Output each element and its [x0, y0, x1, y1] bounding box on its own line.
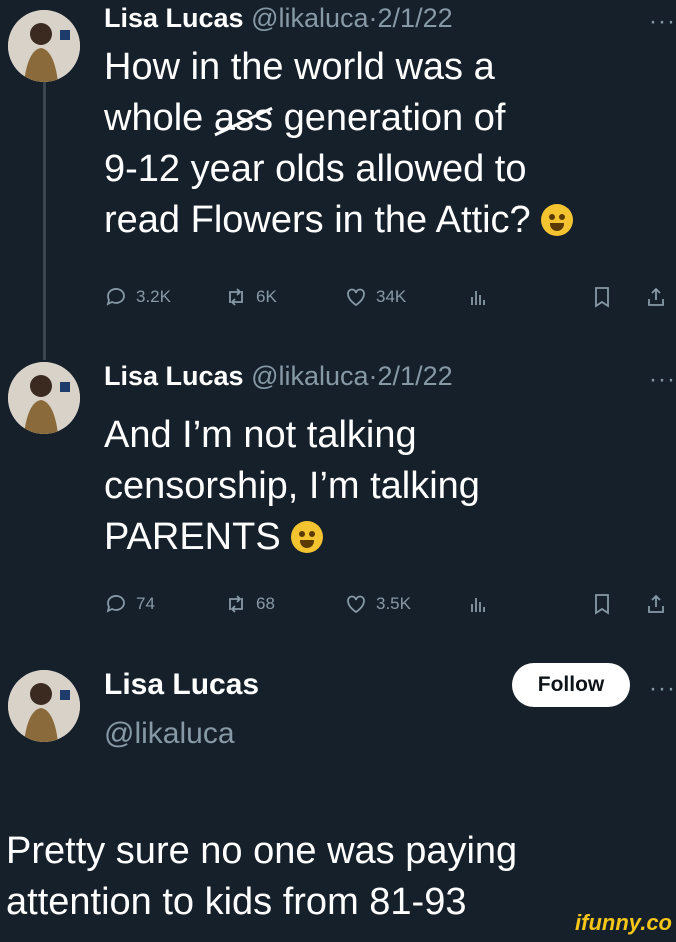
more-options-button[interactable]: ···	[649, 8, 676, 36]
profile-name[interactable]: Lisa Lucas	[104, 668, 259, 702]
tweet-word: generation of	[283, 97, 506, 139]
like-button[interactable]: 34K	[344, 285, 406, 309]
retweet-count: 68	[256, 594, 275, 613]
avatar[interactable]	[8, 670, 80, 742]
views-icon	[471, 598, 485, 612]
views-icon	[471, 291, 485, 305]
tweet-header: Lisa Lucas @likaluca·2/1/22	[104, 3, 453, 34]
separator: ·	[368, 3, 378, 33]
retweet-icon	[229, 288, 243, 306]
heart-icon	[347, 595, 365, 614]
caption-line: attention to kids from 81-93	[6, 881, 467, 923]
retweet-count: 6K	[256, 287, 277, 306]
watermark: ifunny.co	[575, 910, 672, 935]
thread-line	[43, 82, 46, 360]
reply-count: 3.2K	[136, 287, 171, 306]
reply-count: 74	[136, 594, 155, 613]
tweet-word: whole	[104, 97, 204, 139]
caption-line: Pretty sure no one was paying	[6, 830, 518, 872]
share-button[interactable]	[644, 592, 668, 616]
retweet-icon	[229, 595, 243, 613]
reply-icon	[106, 595, 125, 613]
tweet-line: How in the world was a	[104, 46, 495, 88]
retweet-button[interactable]: 6K	[224, 285, 277, 309]
profile-handle[interactable]: @likaluca	[104, 717, 235, 751]
like-count: 34K	[376, 287, 407, 306]
tweet-line: And I’m not talking	[104, 414, 417, 456]
like-count: 3.5K	[376, 594, 411, 613]
retweet-button[interactable]: 68	[224, 592, 275, 616]
author-handle[interactable]: @likaluca	[251, 361, 368, 391]
bookmark-button[interactable]	[590, 592, 614, 616]
bookmark-icon	[595, 594, 609, 615]
tweet-text: How in the world was a whole ass generat…	[104, 42, 674, 246]
share-icon	[648, 594, 664, 613]
views-button[interactable]	[466, 592, 490, 616]
reply-button[interactable]: 74	[104, 592, 155, 616]
share-icon	[648, 287, 664, 306]
tweet-header: Lisa Lucas @likaluca·2/1/22	[104, 361, 453, 392]
tweet-actions: 3.2K 6K 34K	[104, 285, 676, 315]
censored-word: ass	[214, 93, 273, 144]
avatar[interactable]	[8, 362, 80, 434]
share-button[interactable]	[644, 285, 668, 309]
author-name[interactable]: Lisa Lucas	[104, 3, 244, 33]
tweet-actions: 74 68 3.5K	[104, 592, 676, 622]
reply-icon	[106, 288, 125, 306]
tweet-date[interactable]: 2/1/22	[378, 361, 453, 391]
tweet-line: 9-12 year olds allowed to	[104, 148, 527, 190]
heart-icon	[347, 288, 365, 307]
tweet-date[interactable]: 2/1/22	[378, 3, 453, 33]
follow-button[interactable]: Follow	[512, 663, 630, 707]
bookmark-icon	[595, 287, 609, 308]
more-options-button[interactable]: ···	[649, 675, 676, 703]
caption-text: Pretty sure no one was paying attention …	[6, 826, 626, 928]
tweet-word: read Flowers in the Attic?	[104, 199, 531, 241]
author-handle[interactable]: @likaluca	[251, 3, 368, 33]
tweet-line: read Flowers in the Attic?	[104, 195, 674, 246]
tweet-text: And I’m not talking censorship, I’m talk…	[104, 410, 674, 563]
tweet-line: PARENTS	[104, 512, 674, 563]
views-button[interactable]	[466, 285, 490, 309]
author-name[interactable]: Lisa Lucas	[104, 361, 244, 391]
reply-button[interactable]: 3.2K	[104, 285, 171, 309]
like-button[interactable]: 3.5K	[344, 592, 411, 616]
tweet-line: whole ass generation of	[104, 93, 674, 144]
separator: ·	[368, 361, 378, 391]
avatar[interactable]	[8, 10, 80, 82]
more-options-button[interactable]: ···	[649, 366, 676, 394]
bookmark-button[interactable]	[590, 285, 614, 309]
tweet-line: censorship, I’m talking	[104, 465, 480, 507]
laughing-face-emoji-icon	[291, 521, 324, 553]
tweet-word: PARENTS	[104, 516, 281, 558]
crying-face-emoji-icon	[541, 204, 574, 236]
